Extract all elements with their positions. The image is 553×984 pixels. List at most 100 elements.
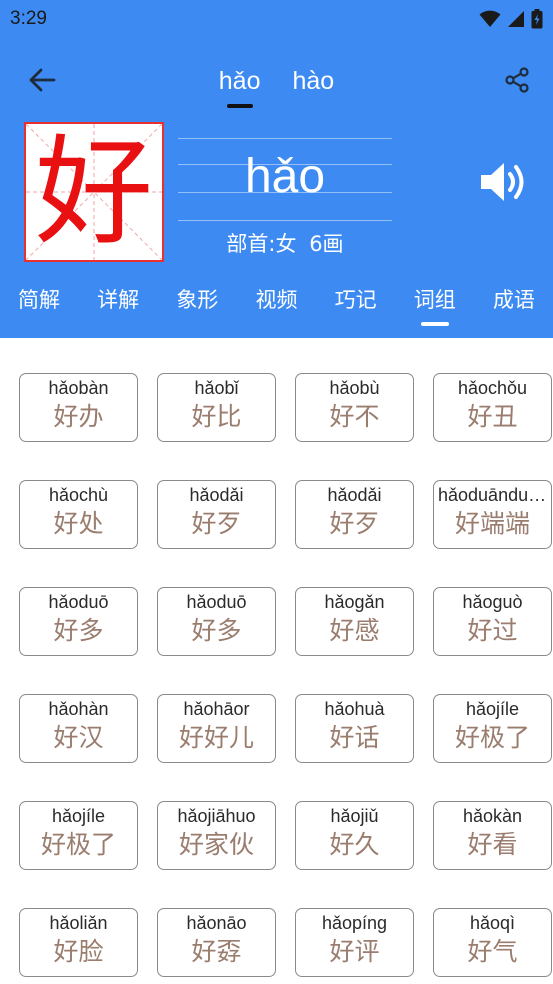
word-pinyin: hǎohāor — [183, 699, 250, 719]
word-card[interactable]: hǎochù 好处 — [19, 480, 138, 549]
wifi-icon — [479, 10, 501, 27]
word-card[interactable]: hǎojíle 好极了 — [433, 694, 552, 763]
word-card[interactable]: hǎogǎn 好感 — [295, 587, 414, 656]
word-card[interactable]: hǎodǎi 好歹 — [157, 480, 276, 549]
word-pinyin: hǎojiǔ — [330, 806, 379, 826]
status-bar: 3:29 — [0, 0, 553, 40]
word-pinyin: hǎopíng — [321, 913, 388, 933]
reading-tab-label: hǎo — [218, 67, 261, 95]
tab-label: 词组 — [413, 288, 456, 312]
reading-tab-hao3[interactable]: hǎo — [218, 62, 261, 108]
character-glyph: 好 — [34, 123, 153, 261]
word-pinyin: hǎochù — [48, 485, 109, 505]
word-pinyin: hǎojíle — [465, 699, 520, 719]
word-card[interactable]: hǎoqì 好气 — [433, 908, 552, 977]
word-pinyin: hǎobàn — [48, 378, 109, 398]
word-hanzi: 好感 — [329, 616, 380, 645]
word-hanzi: 好汉 — [53, 723, 104, 752]
share-button[interactable] — [499, 62, 535, 98]
app-root: 3:29 hǎo hào 好 hǎo 部首:女 6画 简解 详解 象形 视频 巧… — [0, 0, 553, 984]
word-hanzi: 好办 — [53, 402, 104, 431]
reading-tab-hao4[interactable]: hào — [293, 62, 335, 102]
word-pinyin: hǎodǎi — [189, 485, 244, 505]
word-pinyin: hǎoliǎn — [49, 913, 108, 933]
word-pinyin: hǎoduānduān — [438, 485, 549, 505]
word-card[interactable]: hǎobǐ 好比 — [157, 373, 276, 442]
reading-tab-label: hào — [292, 67, 335, 95]
tab-shipin[interactable]: 视频 — [255, 280, 297, 328]
character-pinyin: hǎo — [244, 150, 326, 203]
play-audio-button[interactable] — [474, 152, 534, 212]
word-card[interactable]: hǎonāo 好孬 — [157, 908, 276, 977]
word-card[interactable]: hǎopíng 好评 — [295, 908, 414, 977]
word-pinyin: hǎojiāhuo — [177, 806, 256, 826]
tab-cizu[interactable]: 词组 — [414, 280, 456, 328]
word-card[interactable]: hǎohuà 好话 — [295, 694, 414, 763]
word-card[interactable]: hǎobù 好不 — [295, 373, 414, 442]
word-card[interactable]: hǎojiǔ 好久 — [295, 801, 414, 870]
radical-strokes-info: 部首:女 6画 — [178, 228, 392, 258]
word-pinyin: hǎohàn — [48, 699, 109, 719]
speaker-icon — [481, 163, 524, 201]
tab-xiangjie[interactable]: 详解 — [97, 280, 139, 328]
tab-label: 详解 — [97, 288, 140, 312]
word-hanzi: 好多 — [191, 616, 242, 645]
word-hanzi: 好处 — [53, 509, 104, 538]
word-card[interactable]: hǎokàn 好看 — [433, 801, 552, 870]
tab-label: 简解 — [18, 288, 60, 312]
section-tabs: 简解 详解 象形 视频 巧记 词组 成语 — [0, 280, 553, 338]
word-hanzi: 好极了 — [454, 723, 530, 752]
word-hanzi: 好家伙 — [178, 830, 254, 859]
tab-jianjie[interactable]: 简解 — [18, 280, 60, 328]
word-card[interactable]: hǎohāor 好好儿 — [157, 694, 276, 763]
header: 3:29 hǎo hào 好 hǎo 部首:女 6画 简解 详解 象形 视频 巧… — [0, 0, 553, 338]
word-card[interactable]: hǎodǎi 好歹 — [295, 480, 414, 549]
word-card[interactable]: hǎochǒu 好丑 — [433, 373, 552, 442]
word-pinyin: hǎokàn — [462, 806, 523, 826]
word-hanzi: 好丑 — [467, 402, 518, 431]
word-card[interactable]: hǎojiāhuo 好家伙 — [157, 801, 276, 870]
word-card[interactable]: hǎoliǎn 好脸 — [19, 908, 138, 977]
word-hanzi: 好多 — [53, 616, 104, 645]
word-pinyin: hǎoduō — [48, 592, 109, 612]
share-icon — [505, 67, 529, 93]
word-card[interactable]: hǎojíle 好极了 — [19, 801, 138, 870]
word-hanzi: 好脸 — [53, 937, 104, 966]
radical-label: 部首:女 — [226, 232, 297, 256]
strokes-label: 6画 — [309, 232, 344, 256]
word-card[interactable]: hǎoduō 好多 — [19, 587, 138, 656]
word-pinyin: hǎobù — [329, 378, 380, 398]
word-pinyin: hǎoguò — [462, 592, 523, 612]
word-hanzi: 好孬 — [191, 937, 242, 966]
word-hanzi: 好气 — [467, 937, 518, 966]
word-card[interactable]: hǎoduō 好多 — [157, 587, 276, 656]
word-hanzi: 好评 — [329, 937, 380, 966]
word-pinyin: hǎobǐ — [194, 378, 239, 398]
tab-label: 视频 — [255, 288, 298, 312]
status-time: 3:29 — [10, 8, 47, 29]
status-icons — [479, 8, 543, 30]
tab-label: 象形 — [176, 288, 219, 312]
word-card[interactable]: hǎohàn 好汉 — [19, 694, 138, 763]
word-hanzi: 好看 — [467, 830, 518, 859]
battery-icon — [531, 9, 543, 29]
word-card[interactable]: hǎobàn 好办 — [19, 373, 138, 442]
tab-qiaoji[interactable]: 巧记 — [335, 280, 377, 328]
word-card[interactable]: hǎoduānduān 好端端 — [433, 480, 552, 549]
section-tab-indicator — [420, 322, 449, 326]
word-grid: hǎobàn 好办 hǎobǐ 好比 hǎobù 好不 hǎochǒu 好丑 hǎochù 好处 h… — [19, 373, 552, 977]
word-card[interactable]: hǎoguò 好过 — [433, 587, 552, 656]
word-hanzi: 好比 — [191, 402, 242, 431]
word-pinyin: hǎojíle — [51, 806, 106, 826]
tab-label: 成语 — [492, 288, 535, 312]
tab-label: 巧记 — [334, 288, 377, 312]
word-pinyin: hǎochǒu — [457, 378, 528, 398]
character-box[interactable]: 好 — [24, 122, 164, 262]
reading-tab-indicator — [226, 104, 253, 108]
word-hanzi: 好过 — [467, 616, 518, 645]
tab-xiangxing[interactable]: 象形 — [176, 280, 218, 328]
word-hanzi: 好极了 — [40, 830, 116, 859]
word-pinyin: hǎonāo — [186, 913, 247, 933]
tab-chengyu[interactable]: 成语 — [493, 280, 535, 328]
back-button[interactable] — [24, 62, 60, 98]
